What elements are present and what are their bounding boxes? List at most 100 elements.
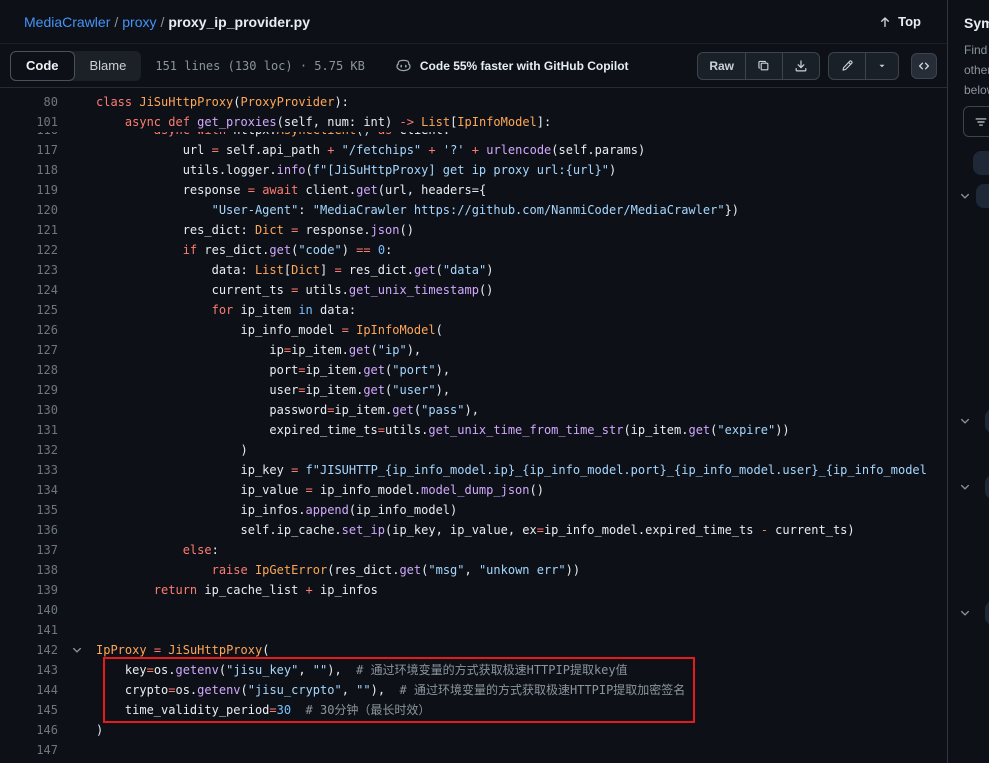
- code-line: 147: [0, 740, 947, 760]
- line-number[interactable]: 129: [0, 380, 58, 400]
- line-number[interactable]: 122: [0, 240, 58, 260]
- toolbar-actions: Raw: [697, 52, 937, 80]
- line-number[interactable]: 138: [0, 560, 58, 580]
- line-number[interactable]: 141: [0, 620, 58, 640]
- gutter-spacer: [58, 260, 96, 280]
- line-number[interactable]: 139: [0, 580, 58, 600]
- line-number[interactable]: 145: [0, 700, 58, 720]
- code-text: port=ip_item.get("port"),: [96, 360, 450, 380]
- gutter-spacer: [58, 140, 96, 160]
- symbol-item[interactable]: [948, 600, 989, 626]
- tab-code[interactable]: Code: [10, 51, 75, 81]
- symbols-desc-line: below: [964, 80, 989, 100]
- code-line: 141: [0, 620, 947, 640]
- line-number[interactable]: 134: [0, 480, 58, 500]
- line-number[interactable]: 144: [0, 680, 58, 700]
- line-number[interactable]: 137: [0, 540, 58, 560]
- line-number[interactable]: 142: [0, 640, 58, 660]
- symbols-panel-description: Find definitions and references for func…: [964, 40, 989, 100]
- symbol-item[interactable]: [948, 183, 989, 209]
- line-number[interactable]: 131: [0, 420, 58, 440]
- gutter-spacer: [58, 240, 96, 260]
- symbol-item[interactable]: [948, 408, 989, 434]
- line-number[interactable]: 120: [0, 200, 58, 220]
- symbols-panel-toggle-button[interactable]: [911, 53, 937, 79]
- code-line: 132 ): [0, 440, 947, 460]
- line-number[interactable]: 128: [0, 360, 58, 380]
- breadcrumb: MediaCrawler/proxy/proxy_ip_provider.py: [24, 14, 310, 30]
- line-number[interactable]: 146: [0, 720, 58, 740]
- scroll-to-top-button[interactable]: Top: [870, 10, 929, 33]
- code-scroll-area[interactable]: 116 async with httpx.AsyncClient() as cl…: [0, 88, 947, 763]
- code-text: raise IpGetError(res_dict.get("msg", "un…: [96, 560, 580, 580]
- code-line: 131 expired_time_ts=utils.get_unix_time_…: [0, 420, 947, 440]
- line-number[interactable]: 133: [0, 460, 58, 480]
- code-text: ): [96, 440, 248, 460]
- line-number[interactable]: 125: [0, 300, 58, 320]
- copy-button[interactable]: [745, 53, 782, 79]
- pencil-icon: [840, 59, 854, 73]
- code-line: 121 res_dict: Dict = response.json(): [0, 220, 947, 240]
- code-text: class JiSuHttpProxy(ProxyProvider):: [96, 92, 349, 112]
- breadcrumb-repo-link[interactable]: MediaCrawler: [24, 14, 110, 30]
- tab-blame[interactable]: Blame: [75, 51, 142, 81]
- line-number[interactable]: 124: [0, 280, 58, 300]
- chevron-down-icon[interactable]: [957, 481, 973, 493]
- breadcrumb-filename: proxy_ip_provider.py: [168, 14, 310, 30]
- code-blame-switcher: Code Blame: [10, 51, 141, 81]
- file-toolbar: Code Blame 151 lines (130 loc) · 5.75 KB…: [0, 44, 947, 88]
- gutter-spacer: [58, 112, 96, 132]
- code-line: 136 self.ip_cache.set_ip(ip_key, ip_valu…: [0, 520, 947, 540]
- line-number[interactable]: 130: [0, 400, 58, 420]
- line-number[interactable]: 126: [0, 320, 58, 340]
- chevron-down-icon[interactable]: [957, 607, 973, 619]
- symbol-item[interactable]: [948, 474, 989, 500]
- line-number[interactable]: 136: [0, 520, 58, 540]
- line-number[interactable]: 140: [0, 600, 58, 620]
- symbol-item[interactable]: [948, 150, 989, 176]
- arrow-up-icon: [878, 15, 892, 29]
- gutter-spacer: [58, 520, 96, 540]
- line-number[interactable]: 123: [0, 260, 58, 280]
- edit-dropdown-button[interactable]: [865, 53, 898, 79]
- symbol-pill: [976, 184, 989, 208]
- breadcrumb-folder-link[interactable]: proxy: [122, 14, 156, 30]
- code-text: ): [96, 720, 103, 740]
- line-number[interactable]: 118: [0, 160, 58, 180]
- code-text: if res_dict.get("code") == 0:: [96, 240, 392, 260]
- code-text: for ip_item in data:: [96, 300, 356, 320]
- edit-button[interactable]: [829, 53, 865, 79]
- line-number[interactable]: 132: [0, 440, 58, 460]
- code-text: expired_time_ts=utils.get_unix_time_from…: [96, 420, 790, 440]
- line-number[interactable]: 147: [0, 740, 58, 760]
- line-number[interactable]: 127: [0, 340, 58, 360]
- filter-symbols-input[interactable]: [963, 106, 989, 137]
- line-number[interactable]: 143: [0, 660, 58, 680]
- code-text: ip_key = f"JISUHTTP_{ip_info_model.ip}_{…: [96, 460, 927, 480]
- collapse-chevron-icon[interactable]: [58, 640, 96, 660]
- code-text: "User-Agent": "MediaCrawler https://gith…: [96, 200, 739, 220]
- chevron-down-icon[interactable]: [957, 190, 973, 202]
- code-text: IpProxy = JiSuHttpProxy(: [96, 640, 269, 660]
- code-line: 138 raise IpGetError(res_dict.get("msg",…: [0, 560, 947, 580]
- line-number[interactable]: 80: [0, 92, 58, 112]
- code-line: 119 response = await client.get(url, hea…: [0, 180, 947, 200]
- code-line: 120 "User-Agent": "MediaCrawler https://…: [0, 200, 947, 220]
- gutter-spacer: [58, 460, 96, 480]
- gutter-spacer: [58, 540, 96, 560]
- code-line: 117 url = self.api_path + "/fetchips" + …: [0, 140, 947, 160]
- line-number[interactable]: 119: [0, 180, 58, 200]
- chevron-down-icon[interactable]: [957, 415, 973, 427]
- line-number[interactable]: 117: [0, 140, 58, 160]
- line-number[interactable]: 135: [0, 500, 58, 520]
- symbol-pill: [985, 475, 989, 499]
- raw-button[interactable]: Raw: [698, 53, 745, 79]
- copilot-banner-text: Code 55% faster with GitHub Copilot: [420, 59, 629, 73]
- breadcrumb-separator: /: [156, 14, 168, 30]
- line-number[interactable]: 121: [0, 220, 58, 240]
- line-number[interactable]: 101: [0, 112, 58, 132]
- caret-down-icon: [877, 61, 887, 71]
- code-view-main: MediaCrawler/proxy/proxy_ip_provider.py …: [0, 0, 947, 763]
- code-text: user=ip_item.get("user"),: [96, 380, 450, 400]
- download-button[interactable]: [782, 53, 819, 79]
